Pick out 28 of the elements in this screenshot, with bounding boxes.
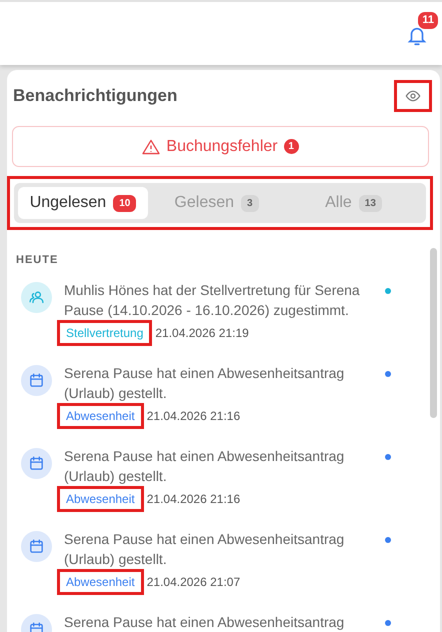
timestamp: 21.04.2026 21:07 [146,574,240,590]
notification-text: Serena Pause hat einen Abwesenheitsantrag (Urlaub) gestellt. [64,364,346,403]
booking-error-button[interactable]: Buchungsfehler 1 [12,126,429,167]
notification-text: Serena Pause hat einen Abwesenheitsantrag (Urlaub) gestellt. [64,530,346,569]
calendar-icon [28,455,45,472]
people-icon [28,289,45,306]
notification-text: Serena Pause hat einen Abwesenheitsantrag (Urlaub) gestellt. [64,447,346,486]
calendar-icon [28,372,45,389]
tab-count-badge: 10 [113,194,136,212]
timestamp: 21.04.2026 21:16 [146,408,240,424]
notification-text: Serena Pause hat einen Abwesenheitsantrag [64,613,346,632]
error-count-badge: 1 [284,139,299,154]
tab-count-badge: 3 [241,194,259,212]
warning-icon [142,138,160,154]
filter-tab[interactable]: Gelesen 3 [148,187,285,219]
filter-tab[interactable]: Alle 13 [285,187,422,219]
notification-text: Muhlis Hönes hat der Stellvertretung für Serena Pause (14.10.2026 - 16.10.2026) zugestimmt. [64,281,361,320]
tab-count-badge: 13 [358,194,382,212]
scrollbar-thumb[interactable] [430,248,436,418]
eye-icon[interactable] [405,88,421,104]
timestamp: 21.04.2026 21:16 [146,491,240,507]
category-tag[interactable]: Stellvertretung [64,325,146,341]
timestamp: 21.04.2026 21:19 [155,325,249,341]
filter-tab[interactable]: Ungelesen 10 [18,187,148,219]
notification-count-badge: 11 [418,12,438,28]
calendar-icon [28,538,45,555]
section-heading: HEUTE [16,254,60,266]
panel-title: Benachrichtigungen [13,86,178,106]
